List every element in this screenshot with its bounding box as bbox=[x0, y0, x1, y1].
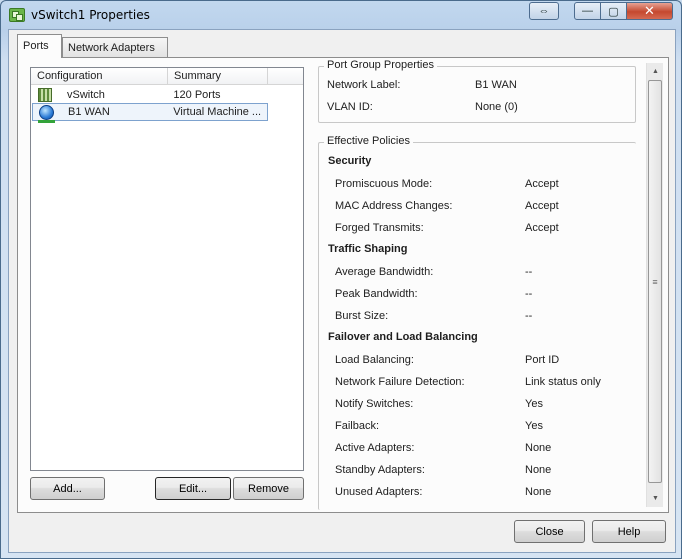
section-title-failover: Failover and Load Balancing bbox=[328, 331, 478, 343]
policy-value: Port ID bbox=[525, 354, 560, 366]
section-title-security: Security bbox=[328, 155, 372, 167]
policy-label: Active Adapters: bbox=[335, 442, 415, 454]
policy-value: -- bbox=[525, 266, 533, 278]
edit-button[interactable]: Edit... bbox=[155, 477, 231, 500]
policy-value: None bbox=[525, 442, 552, 454]
network-label-value: B1 WAN bbox=[475, 79, 517, 91]
vm-network-icon bbox=[38, 104, 55, 123]
vlan-id-label: VLAN ID: bbox=[327, 101, 373, 113]
policy-value: None bbox=[525, 486, 552, 498]
policy-label: Forged Transmits: bbox=[335, 222, 424, 234]
help-button[interactable]: Help bbox=[592, 520, 666, 543]
remove-button[interactable]: Remove bbox=[233, 477, 304, 500]
policy-label: Peak Bandwidth: bbox=[335, 288, 418, 300]
add-button[interactable]: Add... bbox=[30, 477, 105, 500]
list-item-name: vSwitch bbox=[67, 89, 105, 101]
policy-label: Burst Size: bbox=[335, 310, 389, 322]
scroll-thumb[interactable]: ≡ bbox=[648, 80, 662, 483]
ports-tab-panel: Configuration Summary vSwitch 120 Ports … bbox=[17, 57, 669, 513]
column-header-filler bbox=[268, 68, 303, 85]
list-item-b1-wan[interactable]: B1 WAN Virtual Machine ... bbox=[32, 103, 268, 123]
list-item-summary: Virtual Machine ... bbox=[173, 106, 262, 118]
policy-value: -- bbox=[525, 288, 533, 300]
scroll-up-icon[interactable]: ▲ bbox=[647, 63, 664, 80]
policy-label: Load Balancing: bbox=[335, 354, 414, 366]
list-item-summary: 120 Ports bbox=[173, 89, 221, 101]
policy-value: -- bbox=[525, 310, 533, 322]
restore-icon[interactable]: ⇔ bbox=[529, 2, 559, 20]
details-pane: Port Group Properties Network Label: B1 … bbox=[312, 58, 668, 513]
dialog-client-area: Ports Network Adapters Configuration Sum… bbox=[8, 29, 676, 553]
tab-network-adapters[interactable]: Network Adapters bbox=[62, 37, 168, 57]
policy-value: Link status only bbox=[525, 376, 601, 388]
section-title-traffic-shaping: Traffic Shaping bbox=[328, 243, 408, 255]
list-header: Configuration Summary bbox=[31, 68, 303, 85]
vsphere-app-icon bbox=[9, 8, 25, 22]
close-icon[interactable]: ✕ bbox=[627, 2, 673, 20]
effective-policies-group: Effective Policies Security Promiscuous … bbox=[318, 135, 636, 510]
details-scrollbar[interactable]: ▲ ≡ ▼ bbox=[646, 63, 663, 507]
vswitch-icon bbox=[38, 88, 52, 102]
vlan-id-value: None (0) bbox=[475, 101, 518, 113]
title-bar[interactable]: vSwitch1 Properties ⇔ — ▢ ✕ bbox=[1, 1, 681, 29]
policy-label: Network Failure Detection: bbox=[335, 376, 465, 388]
policy-value: None bbox=[525, 464, 552, 476]
column-header-summary[interactable]: Summary bbox=[168, 68, 268, 85]
port-group-properties-group: Port Group Properties Network Label: B1 … bbox=[318, 59, 636, 123]
tab-ports[interactable]: Ports bbox=[17, 34, 62, 58]
close-button[interactable]: Close bbox=[514, 520, 585, 543]
maximize-icon[interactable]: ▢ bbox=[601, 2, 627, 20]
group-legend: Effective Policies bbox=[324, 135, 413, 147]
policy-value: Accept bbox=[525, 200, 559, 212]
policy-label: Standby Adapters: bbox=[335, 464, 425, 476]
policy-label: MAC Address Changes: bbox=[335, 200, 453, 212]
policy-label: Average Bandwidth: bbox=[335, 266, 434, 278]
group-legend: Port Group Properties bbox=[324, 59, 437, 71]
list-item-name: B1 WAN bbox=[68, 106, 110, 118]
policy-value: Yes bbox=[525, 420, 543, 432]
configuration-list[interactable]: Configuration Summary vSwitch 120 Ports … bbox=[30, 67, 304, 471]
window-title: vSwitch1 Properties bbox=[31, 8, 150, 22]
policy-label: Unused Adapters: bbox=[335, 486, 423, 498]
list-item-vswitch[interactable]: vSwitch 120 Ports bbox=[32, 86, 268, 104]
column-header-configuration[interactable]: Configuration bbox=[31, 68, 168, 85]
policy-label: Notify Switches: bbox=[335, 398, 414, 410]
policy-label: Failback: bbox=[335, 420, 380, 432]
policy-value: Yes bbox=[525, 398, 543, 410]
network-label-label: Network Label: bbox=[327, 79, 401, 91]
policy-label: Promiscuous Mode: bbox=[335, 178, 433, 190]
scroll-down-icon[interactable]: ▼ bbox=[647, 490, 664, 507]
minimize-icon[interactable]: — bbox=[574, 2, 601, 20]
policy-value: Accept bbox=[525, 178, 559, 190]
properties-window: vSwitch1 Properties ⇔ — ▢ ✕ Ports Networ… bbox=[0, 0, 682, 559]
policy-value: Accept bbox=[525, 222, 559, 234]
